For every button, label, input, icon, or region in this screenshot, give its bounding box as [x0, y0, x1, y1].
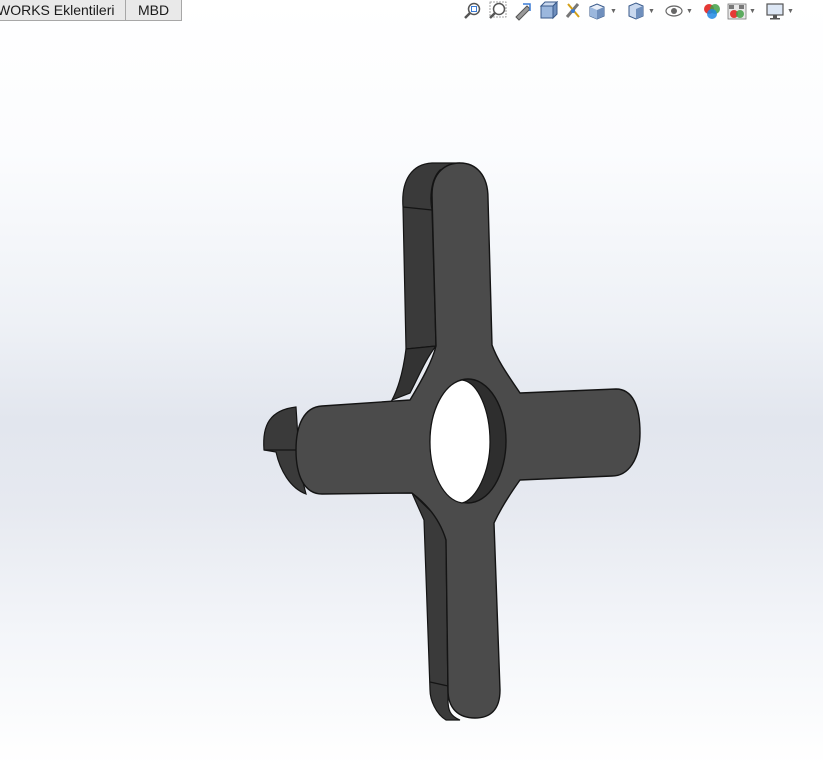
tab-mbd[interactable]: MBD: [126, 0, 182, 21]
hide-show-items-dropdown[interactable]: ▼: [685, 0, 694, 22]
edit-appearance-icon: [704, 4, 720, 19]
heads-up-view-toolbar: ▼ ▼ ▼ ▼ ▼: [462, 0, 802, 22]
edit-appearance-button[interactable]: [701, 0, 723, 22]
dynamic-annotation-views-icon: [565, 3, 580, 18]
section-view-button[interactable]: [537, 0, 559, 22]
dynamic-annotation-views-button[interactable]: [562, 0, 584, 22]
zoom-to-area-button[interactable]: [487, 0, 509, 22]
previous-view-button[interactable]: [512, 0, 534, 22]
zoom-to-fit-icon: [464, 2, 481, 19]
zoom-to-area-icon: [489, 1, 507, 19]
view-settings-icon: [766, 3, 784, 20]
view-settings-button[interactable]: [764, 0, 786, 22]
hide-show-items-button[interactable]: [663, 0, 685, 22]
view-orientation-button[interactable]: [587, 0, 609, 22]
graphics-viewport[interactable]: WORKS Eklentileri MBD ▼ ▼ ▼ ▼ ▼: [0, 0, 823, 765]
apply-scene-button[interactable]: [726, 0, 748, 22]
display-style-dropdown[interactable]: ▼: [647, 0, 656, 22]
view-settings-dropdown[interactable]: ▼: [786, 0, 795, 22]
view-orientation-icon: [589, 3, 605, 20]
part-model[interactable]: [0, 0, 823, 765]
tab-solidworks-addins[interactable]: WORKS Eklentileri: [0, 0, 126, 21]
apply-scene-icon: [727, 3, 747, 20]
section-view-icon: [539, 1, 558, 20]
command-manager-tabs: WORKS Eklentileri MBD: [0, 0, 182, 22]
display-style-icon: [628, 2, 644, 20]
apply-scene-dropdown[interactable]: ▼: [748, 0, 757, 22]
hide-show-items-icon: [665, 5, 683, 17]
previous-view-icon: [515, 3, 531, 21]
display-style-button[interactable]: [625, 0, 647, 22]
zoom-to-fit-button[interactable]: [462, 0, 484, 22]
view-orientation-dropdown[interactable]: ▼: [609, 0, 618, 22]
